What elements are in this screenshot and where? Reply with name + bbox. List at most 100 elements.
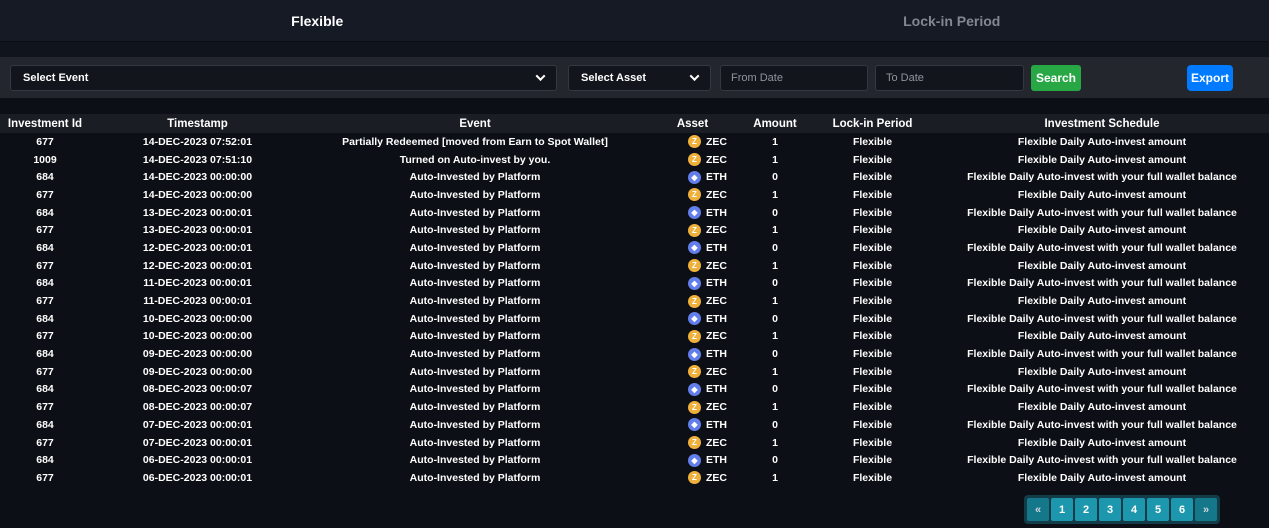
- pagination-next-button[interactable]: »: [1195, 498, 1217, 521]
- eth-coin-icon: ◆: [688, 312, 701, 325]
- eth-coin-icon: ◆: [688, 348, 701, 361]
- cell-investment-schedule: Flexible Daily Auto-invest with your ful…: [935, 242, 1269, 254]
- cell-investment-id: 684: [0, 383, 90, 395]
- cell-investment-schedule: Flexible Daily Auto-invest amount: [935, 437, 1269, 449]
- table-row: 68411-DEC-2023 00:00:01Auto-Invested by …: [0, 275, 1269, 293]
- tab-lock-in-period[interactable]: Lock-in Period: [635, 0, 1269, 41]
- asset-symbol: ZEC: [706, 189, 727, 201]
- cell-investment-schedule: Flexible Daily Auto-invest with your ful…: [935, 207, 1269, 219]
- pagination-prev-button[interactable]: «: [1027, 498, 1049, 521]
- column-header-timestamp: Timestamp: [90, 118, 305, 130]
- cell-timestamp: 11-DEC-2023 00:00:01: [90, 277, 305, 289]
- zec-coin-icon: Z: [688, 224, 701, 237]
- cell-event: Auto-Invested by Platform: [305, 171, 645, 183]
- pagination-page-button-6[interactable]: 6: [1171, 498, 1193, 521]
- tab-flexible[interactable]: Flexible: [0, 0, 635, 41]
- asset-symbol: ETH: [706, 454, 727, 466]
- cell-investment-schedule: Flexible Daily Auto-invest amount: [935, 224, 1269, 236]
- cell-investment-id: 677: [0, 295, 90, 307]
- cell-investment-schedule: Flexible Daily Auto-invest amount: [935, 401, 1269, 413]
- export-button[interactable]: Export: [1187, 65, 1233, 91]
- table-row: 68414-DEC-2023 00:00:00Auto-Invested by …: [0, 168, 1269, 186]
- spacer: [0, 98, 1269, 114]
- cell-event: Auto-Invested by Platform: [305, 472, 645, 484]
- select-event-dropdown[interactable]: Select Event: [10, 65, 557, 91]
- cell-timestamp: 08-DEC-2023 00:00:07: [90, 401, 305, 413]
- cell-timestamp: 06-DEC-2023 00:00:01: [90, 454, 305, 466]
- search-button[interactable]: Search: [1031, 65, 1081, 91]
- table-header-row: Investment Id Timestamp Event Asset Amou…: [0, 114, 1269, 133]
- cell-lock-in-period: Flexible: [810, 136, 935, 148]
- asset-symbol: ETH: [706, 277, 727, 289]
- pagination-page-button-1[interactable]: 1: [1051, 498, 1073, 521]
- cell-asset: ZZEC: [645, 330, 740, 343]
- table-row: 67709-DEC-2023 00:00:00Auto-Invested by …: [0, 363, 1269, 381]
- select-asset-dropdown[interactable]: Select Asset: [568, 65, 711, 91]
- cell-amount: 0: [740, 313, 810, 325]
- table-row: 67708-DEC-2023 00:00:07Auto-Invested by …: [0, 398, 1269, 416]
- cell-lock-in-period: Flexible: [810, 472, 935, 484]
- cell-timestamp: 09-DEC-2023 00:00:00: [90, 366, 305, 378]
- cell-asset: ◆ ETH: [645, 348, 740, 361]
- cell-asset: ◆ETH: [645, 241, 740, 254]
- zec-coin-icon: Z: [688, 153, 701, 166]
- cell-investment-schedule: Flexible Daily Auto-invest amount: [935, 189, 1269, 201]
- cell-investment-schedule: Flexible Daily Auto-invest amount: [935, 330, 1269, 342]
- chevron-down-icon: [536, 71, 546, 81]
- asset-symbol: ETH: [706, 242, 727, 254]
- asset-symbol: ETH: [706, 348, 727, 360]
- cell-asset: ZZEC: [645, 295, 740, 308]
- cell-timestamp: 06-DEC-2023 00:00:01: [90, 472, 305, 484]
- asset-symbol: ETH: [706, 419, 727, 431]
- cell-amount: 1: [740, 295, 810, 307]
- table-row: 68409-DEC-2023 00:00:00Auto-Invested by …: [0, 345, 1269, 363]
- zec-coin-icon: Z: [688, 330, 701, 343]
- cell-investment-id: 684: [0, 242, 90, 254]
- to-date-field-wrap: [875, 65, 1024, 91]
- header-divider-band: [0, 42, 1269, 57]
- select-event-label: Select Event: [23, 72, 88, 84]
- asset-symbol: ETH: [706, 313, 727, 325]
- asset-symbol: ZEC: [706, 472, 727, 484]
- cell-lock-in-period: Flexible: [810, 295, 935, 307]
- cell-event: Partially Redeemed [moved from Earn to S…: [305, 136, 645, 148]
- cell-amount: 0: [740, 454, 810, 466]
- cell-event: Auto-Invested by Platform: [305, 189, 645, 201]
- cell-amount: 0: [740, 171, 810, 183]
- asset-symbol: ZEC: [706, 136, 727, 148]
- pagination-page-button-4[interactable]: 4: [1123, 498, 1145, 521]
- zec-coin-icon: Z: [688, 295, 701, 308]
- cell-timestamp: 09-DEC-2023 00:00:00: [90, 348, 305, 360]
- cell-investment-id: 677: [0, 189, 90, 201]
- pagination-page-button-2[interactable]: 2: [1075, 498, 1097, 521]
- cell-asset: ◆ETH: [645, 277, 740, 290]
- zec-coin-icon: Z: [688, 471, 701, 484]
- cell-timestamp: 13-DEC-2023 00:00:01: [90, 224, 305, 236]
- cell-amount: 1: [740, 154, 810, 166]
- zec-coin-icon: Z: [688, 436, 701, 449]
- asset-symbol: ZEC: [706, 437, 727, 449]
- cell-timestamp: 12-DEC-2023 00:00:01: [90, 242, 305, 254]
- cell-investment-schedule: Flexible Daily Auto-invest amount: [935, 260, 1269, 272]
- to-date-input[interactable]: [886, 72, 1013, 84]
- cell-asset: ◆ETH: [645, 418, 740, 431]
- table-row: 68410-DEC-2023 00:00:00Auto-Invested by …: [0, 310, 1269, 328]
- zec-coin-icon: Z: [688, 135, 701, 148]
- cell-investment-schedule: Flexible Daily Auto-invest with your ful…: [935, 313, 1269, 325]
- from-date-input[interactable]: [731, 72, 857, 84]
- pagination-page-button-5[interactable]: 5: [1147, 498, 1169, 521]
- cell-investment-id: 1009: [0, 154, 90, 166]
- zec-coin-icon: Z: [688, 188, 701, 201]
- cell-timestamp: 12-DEC-2023 00:00:01: [90, 260, 305, 272]
- cell-event: Auto-Invested by Platform: [305, 437, 645, 449]
- cell-amount: 0: [740, 277, 810, 289]
- cell-amount: 0: [740, 383, 810, 395]
- cell-timestamp: 13-DEC-2023 00:00:01: [90, 207, 305, 219]
- cell-investment-schedule: Flexible Daily Auto-invest amount: [935, 366, 1269, 378]
- cell-investment-id: 684: [0, 348, 90, 360]
- pagination-page-button-3[interactable]: 3: [1099, 498, 1121, 521]
- cell-investment-id: 684: [0, 171, 90, 183]
- cell-asset: ◆ETH: [645, 383, 740, 396]
- cell-lock-in-period: Flexible: [810, 224, 935, 236]
- from-date-field-wrap: [720, 65, 868, 91]
